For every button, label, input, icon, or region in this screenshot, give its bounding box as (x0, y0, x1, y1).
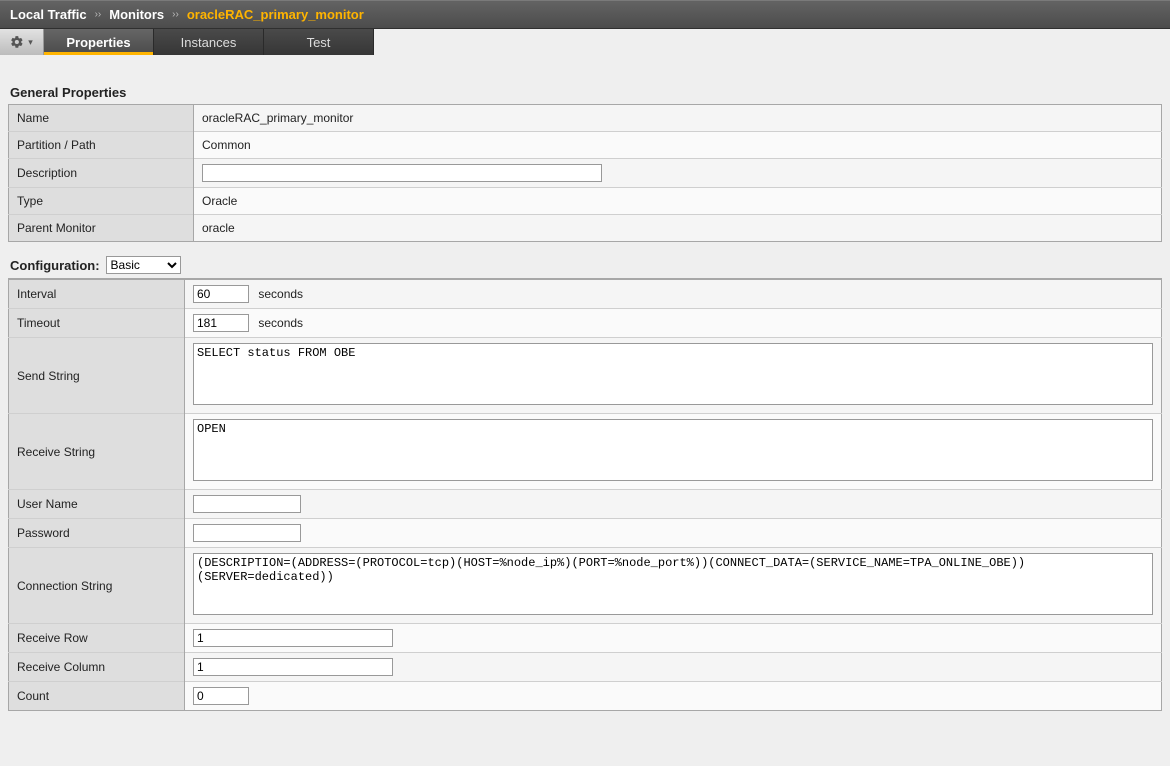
breadcrumb-current: oracleRAC_primary_monitor (187, 7, 364, 22)
description-input[interactable] (202, 164, 602, 182)
row-receive-string: Receive String (9, 414, 1162, 490)
tab-test[interactable]: Test (264, 29, 374, 55)
label-timeout: Timeout (9, 309, 185, 338)
gear-menu[interactable]: ▾ (0, 29, 44, 55)
general-properties-table: Name oracleRAC_primary_monitor Partition… (8, 104, 1162, 242)
connection-string-textarea[interactable] (193, 553, 1153, 615)
gear-icon (10, 35, 24, 49)
breadcrumb-sep-icon: ›› (95, 9, 102, 20)
label-count: Count (9, 682, 185, 711)
configuration-select[interactable]: Basic (106, 256, 181, 274)
label-parent: Parent Monitor (9, 215, 194, 242)
configuration-label: Configuration: (10, 258, 100, 273)
tab-instances[interactable]: Instances (154, 29, 264, 55)
tab-label: Properties (66, 35, 130, 50)
row-send-string: Send String (9, 338, 1162, 414)
row-interval: Interval seconds (9, 279, 1162, 309)
timeout-unit: seconds (258, 316, 303, 330)
username-input[interactable] (193, 495, 301, 513)
interval-unit: seconds (258, 287, 303, 301)
tab-label: Instances (181, 35, 237, 50)
label-send-string: Send String (9, 338, 185, 414)
breadcrumb-root[interactable]: Local Traffic (10, 7, 87, 22)
receive-row-input[interactable] (193, 629, 393, 647)
row-connection-string: Connection String (9, 548, 1162, 624)
row-description: Description (9, 159, 1162, 188)
receive-column-input[interactable] (193, 658, 393, 676)
receive-string-textarea[interactable] (193, 419, 1153, 481)
timeout-input[interactable] (193, 314, 249, 332)
tabs-bar: ▾ Properties Instances Test (0, 29, 1170, 55)
row-partition: Partition / Path Common (9, 132, 1162, 159)
label-connection-string: Connection String (9, 548, 185, 624)
breadcrumb: Local Traffic ›› Monitors ›› oracleRAC_p… (0, 0, 1170, 29)
label-password: Password (9, 519, 185, 548)
tab-properties[interactable]: Properties (44, 29, 154, 55)
label-interval: Interval (9, 279, 185, 309)
value-partition: Common (194, 132, 1162, 159)
breadcrumb-sep-icon: ›› (172, 9, 179, 20)
configuration-table: Interval seconds Timeout seconds Send St… (8, 278, 1162, 711)
row-name: Name oracleRAC_primary_monitor (9, 105, 1162, 132)
row-receive-row: Receive Row (9, 624, 1162, 653)
configuration-header: Configuration: Basic (10, 256, 1162, 274)
row-parent: Parent Monitor oracle (9, 215, 1162, 242)
interval-input[interactable] (193, 285, 249, 303)
breadcrumb-mid[interactable]: Monitors (109, 7, 164, 22)
label-receive-column: Receive Column (9, 653, 185, 682)
label-name: Name (9, 105, 194, 132)
tab-label: Test (307, 35, 331, 50)
send-string-textarea[interactable] (193, 343, 1153, 405)
label-partition: Partition / Path (9, 132, 194, 159)
row-username: User Name (9, 490, 1162, 519)
label-description: Description (9, 159, 194, 188)
row-timeout: Timeout seconds (9, 309, 1162, 338)
value-type: Oracle (194, 188, 1162, 215)
value-parent: oracle (194, 215, 1162, 242)
label-username: User Name (9, 490, 185, 519)
label-receive-row: Receive Row (9, 624, 185, 653)
row-type: Type Oracle (9, 188, 1162, 215)
password-input[interactable] (193, 524, 301, 542)
chevron-down-icon: ▾ (28, 37, 33, 48)
row-password: Password (9, 519, 1162, 548)
count-input[interactable] (193, 687, 249, 705)
value-name: oracleRAC_primary_monitor (194, 105, 1162, 132)
label-receive-string: Receive String (9, 414, 185, 490)
row-count: Count (9, 682, 1162, 711)
section-title-general: General Properties (10, 85, 1162, 100)
label-type: Type (9, 188, 194, 215)
row-receive-column: Receive Column (9, 653, 1162, 682)
